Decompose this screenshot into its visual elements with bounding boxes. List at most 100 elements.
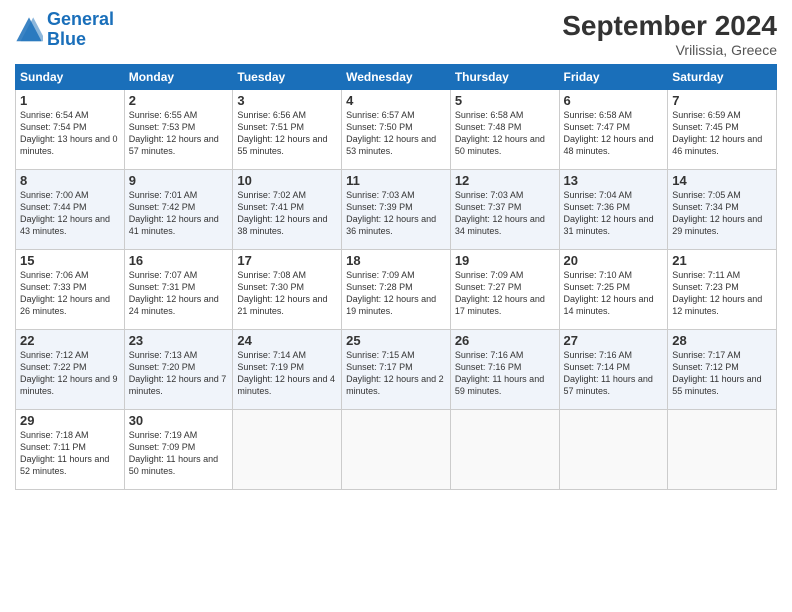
logo-text: General Blue: [47, 10, 114, 50]
title-block: September 2024 Vrilissia, Greece: [562, 10, 777, 58]
cell-info: Sunrise: 7:03 AMSunset: 7:39 PMDaylight:…: [346, 189, 446, 238]
table-row: 11Sunrise: 7:03 AMSunset: 7:39 PMDayligh…: [342, 170, 451, 250]
cell-info: Sunrise: 6:58 AMSunset: 7:47 PMDaylight:…: [564, 109, 664, 158]
cell-info: Sunrise: 7:19 AMSunset: 7:09 PMDaylight:…: [129, 429, 229, 478]
table-row: 17Sunrise: 7:08 AMSunset: 7:30 PMDayligh…: [233, 250, 342, 330]
table-row: 18Sunrise: 7:09 AMSunset: 7:28 PMDayligh…: [342, 250, 451, 330]
cell-info: Sunrise: 7:18 AMSunset: 7:11 PMDaylight:…: [20, 429, 120, 478]
cell-info: Sunrise: 6:57 AMSunset: 7:50 PMDaylight:…: [346, 109, 446, 158]
table-row: 14Sunrise: 7:05 AMSunset: 7:34 PMDayligh…: [668, 170, 777, 250]
day-number: 23: [129, 333, 229, 348]
table-row: 25Sunrise: 7:15 AMSunset: 7:17 PMDayligh…: [342, 330, 451, 410]
calendar-row: 8Sunrise: 7:00 AMSunset: 7:44 PMDaylight…: [16, 170, 777, 250]
day-number: 17: [237, 253, 337, 268]
cell-info: Sunrise: 7:11 AMSunset: 7:23 PMDaylight:…: [672, 269, 772, 318]
calendar-row: 1Sunrise: 6:54 AMSunset: 7:54 PMDaylight…: [16, 90, 777, 170]
table-row: 21Sunrise: 7:11 AMSunset: 7:23 PMDayligh…: [668, 250, 777, 330]
cell-info: Sunrise: 7:14 AMSunset: 7:19 PMDaylight:…: [237, 349, 337, 398]
table-row: 10Sunrise: 7:02 AMSunset: 7:41 PMDayligh…: [233, 170, 342, 250]
day-number: 25: [346, 333, 446, 348]
day-number: 6: [564, 93, 664, 108]
day-number: 13: [564, 173, 664, 188]
day-number: 2: [129, 93, 229, 108]
logo-general: General: [47, 9, 114, 29]
table-row: 29Sunrise: 7:18 AMSunset: 7:11 PMDayligh…: [16, 410, 125, 490]
cell-info: Sunrise: 7:00 AMSunset: 7:44 PMDaylight:…: [20, 189, 120, 238]
table-row: 9Sunrise: 7:01 AMSunset: 7:42 PMDaylight…: [124, 170, 233, 250]
table-row: [559, 410, 668, 490]
calendar-row: 29Sunrise: 7:18 AMSunset: 7:11 PMDayligh…: [16, 410, 777, 490]
day-number: 8: [20, 173, 120, 188]
day-number: 12: [455, 173, 555, 188]
cell-info: Sunrise: 6:55 AMSunset: 7:53 PMDaylight:…: [129, 109, 229, 158]
header-row: Sunday Monday Tuesday Wednesday Thursday…: [16, 65, 777, 90]
day-number: 7: [672, 93, 772, 108]
col-saturday: Saturday: [668, 65, 777, 90]
col-wednesday: Wednesday: [342, 65, 451, 90]
table-row: 22Sunrise: 7:12 AMSunset: 7:22 PMDayligh…: [16, 330, 125, 410]
table-row: 19Sunrise: 7:09 AMSunset: 7:27 PMDayligh…: [450, 250, 559, 330]
table-row: 1Sunrise: 6:54 AMSunset: 7:54 PMDaylight…: [16, 90, 125, 170]
col-sunday: Sunday: [16, 65, 125, 90]
day-number: 27: [564, 333, 664, 348]
table-row: 12Sunrise: 7:03 AMSunset: 7:37 PMDayligh…: [450, 170, 559, 250]
table-row: [342, 410, 451, 490]
cell-info: Sunrise: 7:02 AMSunset: 7:41 PMDaylight:…: [237, 189, 337, 238]
cell-info: Sunrise: 6:58 AMSunset: 7:48 PMDaylight:…: [455, 109, 555, 158]
cell-info: Sunrise: 7:08 AMSunset: 7:30 PMDaylight:…: [237, 269, 337, 318]
day-number: 15: [20, 253, 120, 268]
col-friday: Friday: [559, 65, 668, 90]
day-number: 29: [20, 413, 120, 428]
day-number: 26: [455, 333, 555, 348]
cell-info: Sunrise: 7:07 AMSunset: 7:31 PMDaylight:…: [129, 269, 229, 318]
table-row: [450, 410, 559, 490]
day-number: 3: [237, 93, 337, 108]
day-number: 10: [237, 173, 337, 188]
table-row: 7Sunrise: 6:59 AMSunset: 7:45 PMDaylight…: [668, 90, 777, 170]
day-number: 28: [672, 333, 772, 348]
day-number: 18: [346, 253, 446, 268]
table-row: 3Sunrise: 6:56 AMSunset: 7:51 PMDaylight…: [233, 90, 342, 170]
col-thursday: Thursday: [450, 65, 559, 90]
day-number: 22: [20, 333, 120, 348]
calendar-row: 22Sunrise: 7:12 AMSunset: 7:22 PMDayligh…: [16, 330, 777, 410]
day-number: 1: [20, 93, 120, 108]
table-row: 26Sunrise: 7:16 AMSunset: 7:16 PMDayligh…: [450, 330, 559, 410]
day-number: 11: [346, 173, 446, 188]
day-number: 5: [455, 93, 555, 108]
location: Vrilissia, Greece: [562, 42, 777, 58]
cell-info: Sunrise: 7:05 AMSunset: 7:34 PMDaylight:…: [672, 189, 772, 238]
day-number: 9: [129, 173, 229, 188]
table-row: 28Sunrise: 7:17 AMSunset: 7:12 PMDayligh…: [668, 330, 777, 410]
cell-info: Sunrise: 7:16 AMSunset: 7:14 PMDaylight:…: [564, 349, 664, 398]
cell-info: Sunrise: 7:17 AMSunset: 7:12 PMDaylight:…: [672, 349, 772, 398]
day-number: 14: [672, 173, 772, 188]
cell-info: Sunrise: 7:13 AMSunset: 7:20 PMDaylight:…: [129, 349, 229, 398]
cell-info: Sunrise: 7:10 AMSunset: 7:25 PMDaylight:…: [564, 269, 664, 318]
table-row: 24Sunrise: 7:14 AMSunset: 7:19 PMDayligh…: [233, 330, 342, 410]
table-row: 20Sunrise: 7:10 AMSunset: 7:25 PMDayligh…: [559, 250, 668, 330]
table-row: 5Sunrise: 6:58 AMSunset: 7:48 PMDaylight…: [450, 90, 559, 170]
cell-info: Sunrise: 6:56 AMSunset: 7:51 PMDaylight:…: [237, 109, 337, 158]
day-number: 30: [129, 413, 229, 428]
logo-blue: Blue: [47, 29, 86, 49]
table-row: [668, 410, 777, 490]
table-row: 16Sunrise: 7:07 AMSunset: 7:31 PMDayligh…: [124, 250, 233, 330]
table-row: 6Sunrise: 6:58 AMSunset: 7:47 PMDaylight…: [559, 90, 668, 170]
col-tuesday: Tuesday: [233, 65, 342, 90]
table-row: 4Sunrise: 6:57 AMSunset: 7:50 PMDaylight…: [342, 90, 451, 170]
day-number: 19: [455, 253, 555, 268]
cell-info: Sunrise: 7:06 AMSunset: 7:33 PMDaylight:…: [20, 269, 120, 318]
logo: General Blue: [15, 10, 114, 50]
page-container: General Blue September 2024 Vrilissia, G…: [0, 0, 792, 500]
day-number: 20: [564, 253, 664, 268]
cell-info: Sunrise: 7:04 AMSunset: 7:36 PMDaylight:…: [564, 189, 664, 238]
cell-info: Sunrise: 7:12 AMSunset: 7:22 PMDaylight:…: [20, 349, 120, 398]
header: General Blue September 2024 Vrilissia, G…: [15, 10, 777, 58]
cell-info: Sunrise: 7:09 AMSunset: 7:28 PMDaylight:…: [346, 269, 446, 318]
day-number: 21: [672, 253, 772, 268]
cell-info: Sunrise: 7:01 AMSunset: 7:42 PMDaylight:…: [129, 189, 229, 238]
table-row: 23Sunrise: 7:13 AMSunset: 7:20 PMDayligh…: [124, 330, 233, 410]
cell-info: Sunrise: 7:16 AMSunset: 7:16 PMDaylight:…: [455, 349, 555, 398]
table-row: 27Sunrise: 7:16 AMSunset: 7:14 PMDayligh…: [559, 330, 668, 410]
